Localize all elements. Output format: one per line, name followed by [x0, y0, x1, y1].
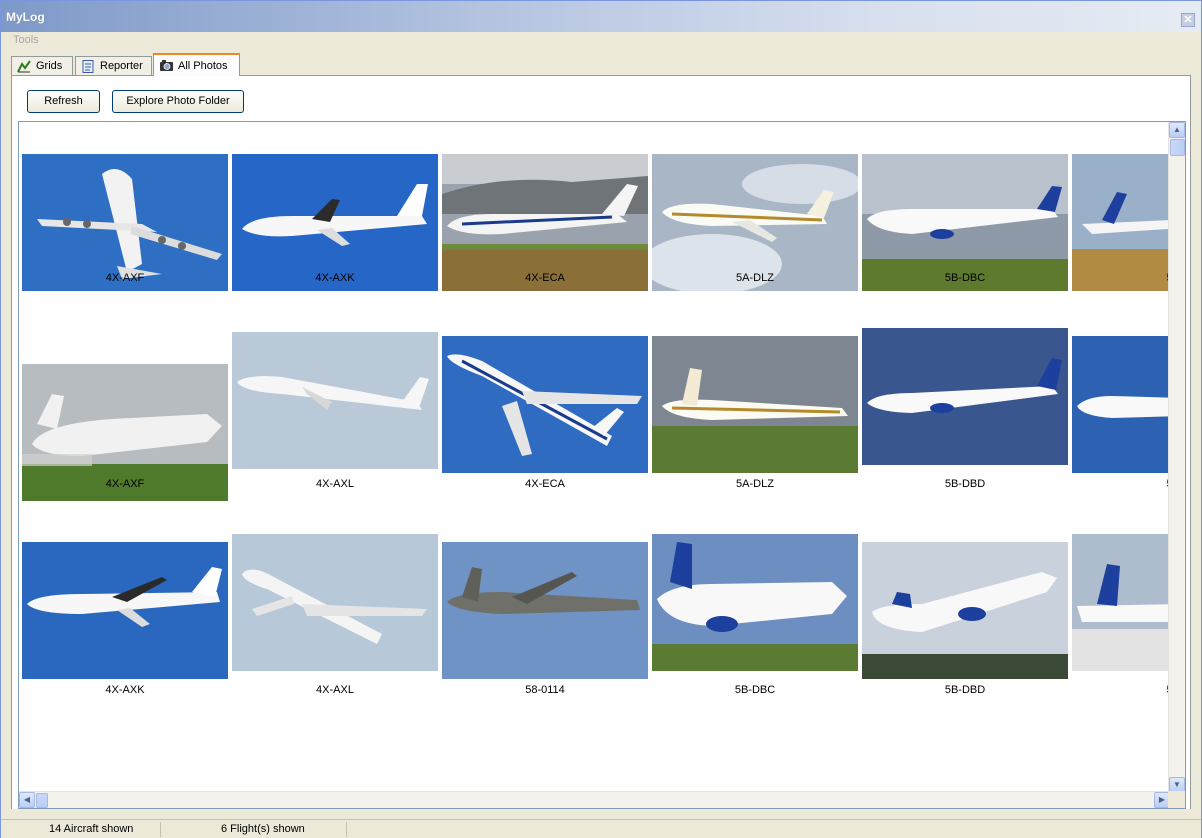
registration-label: 5A-DLZ: [736, 478, 774, 490]
refresh-button[interactable]: Refresh: [27, 90, 100, 113]
vertical-scroll-thumb[interactable]: [1170, 139, 1185, 156]
photo-cell[interactable]: 5B-DBC: [652, 534, 858, 740]
registration-label: 5B-DBC: [734, 684, 776, 696]
flight-count: 6 Flight(s) shown: [161, 822, 347, 837]
status-bar: 14 Aircraft shown 6 Flight(s) shown: [1, 819, 1201, 838]
scrollbar-corner: [1168, 791, 1185, 808]
aircraft-photo[interactable]: [652, 336, 858, 473]
photo-cell[interactable]: 4X-AXL: [232, 534, 438, 740]
registration-label: 4X-ECA: [525, 272, 565, 284]
registration-label: 5B-DBC: [944, 272, 986, 284]
chevron-up-icon: ▲: [1173, 125, 1181, 134]
all-photos-panel: Refresh Explore Photo Folder 4X-AXF 4X-A…: [11, 76, 1191, 809]
photo-cell[interactable]: 4X-AXF: [22, 122, 228, 328]
camera-icon: [160, 60, 173, 71]
aircraft-photo[interactable]: [442, 336, 648, 473]
registration-label: 58-0114: [525, 684, 565, 696]
photo-cell[interactable]: 4X-AXL: [232, 328, 438, 534]
photo-cell[interactable]: 4X-ECA: [442, 328, 648, 534]
tab-all-photos[interactable]: All Photos: [153, 53, 240, 76]
close-button[interactable]: ✕: [1181, 13, 1195, 27]
aircraft-photo[interactable]: [862, 328, 1068, 465]
menu-tools[interactable]: Tools: [13, 34, 39, 46]
app-window: MyLog ✕ Tools Grids Reporter All Photos …: [0, 0, 1202, 838]
registration-label: 4X-ECA: [525, 478, 565, 490]
chevron-right-icon: ▶: [1158, 795, 1166, 804]
aircraft-photo[interactable]: [652, 534, 858, 671]
photo-cell[interactable]: 58-0114: [442, 534, 648, 740]
tab-grids[interactable]: Grids: [11, 56, 73, 75]
aircraft-photo[interactable]: [22, 542, 228, 679]
aircraft-photo[interactable]: [442, 154, 648, 291]
tab-label: All Photos: [178, 59, 228, 72]
photo-cell[interactable]: 4X-AXK: [232, 122, 438, 328]
explore-photo-folder-button[interactable]: Explore Photo Folder: [112, 90, 244, 113]
chevron-left-icon: ◀: [23, 795, 31, 804]
aircraft-photo[interactable]: [862, 154, 1068, 291]
photo-cell[interactable]: 4X-AXK: [22, 534, 228, 740]
horizontal-scroll-thumb[interactable]: [36, 793, 48, 808]
aircraft-photo[interactable]: [232, 332, 438, 469]
grid-chart-icon: [17, 59, 31, 72]
photo-cell[interactable]: 4X-AXF: [22, 328, 228, 534]
photo-cell[interactable]: 4X-ECA: [442, 122, 648, 328]
photo-cell[interactable]: 5B-DBD: [862, 328, 1068, 534]
aircraft-photo[interactable]: [652, 154, 858, 291]
photo-cell[interactable]: 5A-DLZ: [652, 122, 858, 328]
chevron-down-icon: ▼: [1173, 780, 1181, 789]
aircraft-photo[interactable]: [232, 534, 438, 671]
registration-label: 4X-AXK: [315, 272, 355, 284]
registration-label: 4X-AXL: [316, 684, 354, 696]
registration-label: 5B-DBD: [944, 478, 986, 490]
menu-bar: Tools: [1, 32, 1201, 50]
photo-viewer: 4X-AXF 4X-AXK 4X-ECA 5A-DLZ 5B-DBC 4X-AX…: [18, 121, 1186, 809]
registration-label: 5A-DLZ: [736, 272, 774, 284]
scroll-up-button[interactable]: ▲: [1169, 122, 1185, 138]
tab-label: Reporter: [100, 60, 143, 72]
vertical-scrollbar[interactable]: ▲ ▼: [1168, 122, 1185, 793]
photo-cell[interactable]: 5B-DBD: [862, 534, 1068, 740]
tab-reporter[interactable]: Reporter: [75, 56, 152, 75]
window-title: MyLog: [6, 10, 45, 24]
report-icon: [82, 59, 94, 73]
aircraft-photo[interactable]: [22, 154, 228, 291]
aircraft-photo[interactable]: [232, 154, 438, 291]
registration-label: 4X-AXK: [105, 684, 145, 696]
registration-label: 4X-AXF: [105, 478, 145, 490]
horizontal-scrollbar[interactable]: ◀ ▶: [19, 791, 1170, 808]
registration-label: 4X-AXF: [105, 272, 145, 284]
registration-label: 4X-AXL: [316, 478, 354, 490]
aircraft-photo[interactable]: [862, 542, 1068, 679]
aircraft-count: 14 Aircraft shown: [1, 822, 161, 837]
registration-label: 5B-DBD: [944, 684, 986, 696]
title-bar[interactable]: MyLog ✕: [1, 1, 1201, 32]
tab-label: Grids: [36, 60, 63, 72]
scroll-left-button[interactable]: ◀: [19, 792, 35, 808]
close-icon: ✕: [1183, 14, 1193, 26]
photo-cell[interactable]: 5A-DLZ: [652, 328, 858, 534]
aircraft-photo[interactable]: [442, 542, 648, 679]
photo-cell[interactable]: 5B-DBC: [862, 122, 1068, 328]
